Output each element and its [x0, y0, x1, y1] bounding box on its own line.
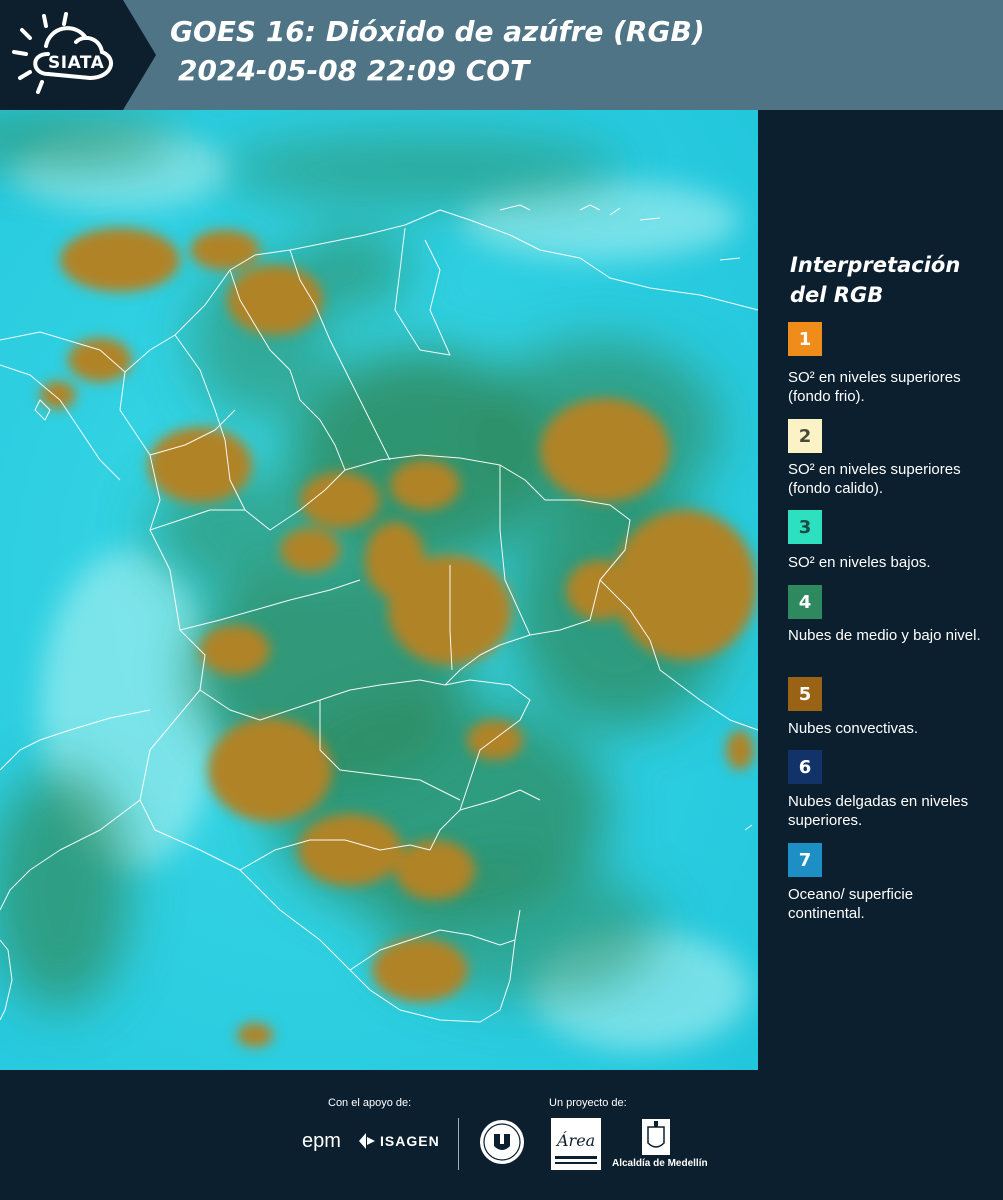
legend-swatch-7: 7	[788, 843, 822, 877]
legend-label-4: Nubes de medio y bajo nivel.	[788, 627, 981, 644]
area-logo-icon: Área	[551, 1118, 601, 1170]
alcaldia-label: Alcaldía de Medellín	[612, 1158, 708, 1169]
legend-swatch-2: 2	[788, 419, 822, 453]
legend-panel: Interpretación del RGB 1 SO² en niveles …	[760, 110, 1003, 1070]
legend-number: 4	[798, 591, 812, 613]
legend-number: 3	[798, 516, 812, 538]
legend-number: 2	[798, 425, 812, 447]
legend-label-6: Nubes delgadas en niveles superiores.	[788, 793, 969, 829]
legend-swatch-6: 6	[788, 750, 822, 784]
legend-label-7: Oceano/ superficie continental.	[788, 886, 914, 922]
legend-title: Interpretación del RGB	[790, 250, 995, 310]
project-label: Un proyecto de:	[549, 1097, 627, 1109]
header: SIATA GOES 16: Dióxido de azúfre (RGB) 2…	[0, 0, 1003, 110]
legend-label-2: SO² en niveles superiores (fondo calido)…	[788, 461, 961, 497]
legend-number: 5	[798, 683, 812, 705]
support-label: Con el apoyo de:	[328, 1097, 412, 1109]
rgb-satellite-image	[0, 110, 758, 1070]
footer: Con el apoyo de: Un proyecto de: epm ISA…	[0, 1070, 1003, 1200]
legend-number: 6	[798, 756, 812, 778]
legend-swatch-1: 1	[788, 322, 822, 356]
area-metropolitana-logo[interactable]: Área	[551, 1118, 601, 1170]
legend-swatch-3: 3	[788, 510, 822, 544]
isagen-icon	[359, 1133, 375, 1149]
epm-logo[interactable]: epm	[302, 1130, 341, 1153]
alcaldia-emblem-icon[interactable]	[640, 1117, 672, 1157]
legend-title-line1: Interpretación	[790, 253, 961, 277]
legend-label-3: SO² en niveles bajos.	[788, 554, 931, 571]
footer-divider	[458, 1118, 459, 1170]
legend-title-line2: del RGB	[790, 283, 884, 307]
timestamp: 2024-05-08 22:09 COT	[178, 54, 530, 87]
satellite-map[interactable]	[0, 110, 758, 1070]
legend-label-1: SO² en niveles superiores (fondo frio).	[788, 369, 961, 405]
svg-text:Área: Área	[555, 1130, 595, 1150]
isagen-logo[interactable]: ISAGEN	[380, 1133, 440, 1149]
page-title: GOES 16: Dióxido de azúfre (RGB)	[170, 15, 705, 48]
logo-text: SIATA	[48, 53, 105, 73]
legend-number: 7	[798, 849, 812, 871]
legend-swatch-4: 4	[788, 585, 822, 619]
siata-logo[interactable]: SIATA	[8, 8, 138, 98]
medellin-seal-icon[interactable]	[478, 1118, 526, 1166]
legend-swatch-5: 5	[788, 677, 822, 711]
legend-number: 1	[798, 328, 812, 350]
legend-label-5: Nubes convectivas.	[788, 720, 919, 737]
